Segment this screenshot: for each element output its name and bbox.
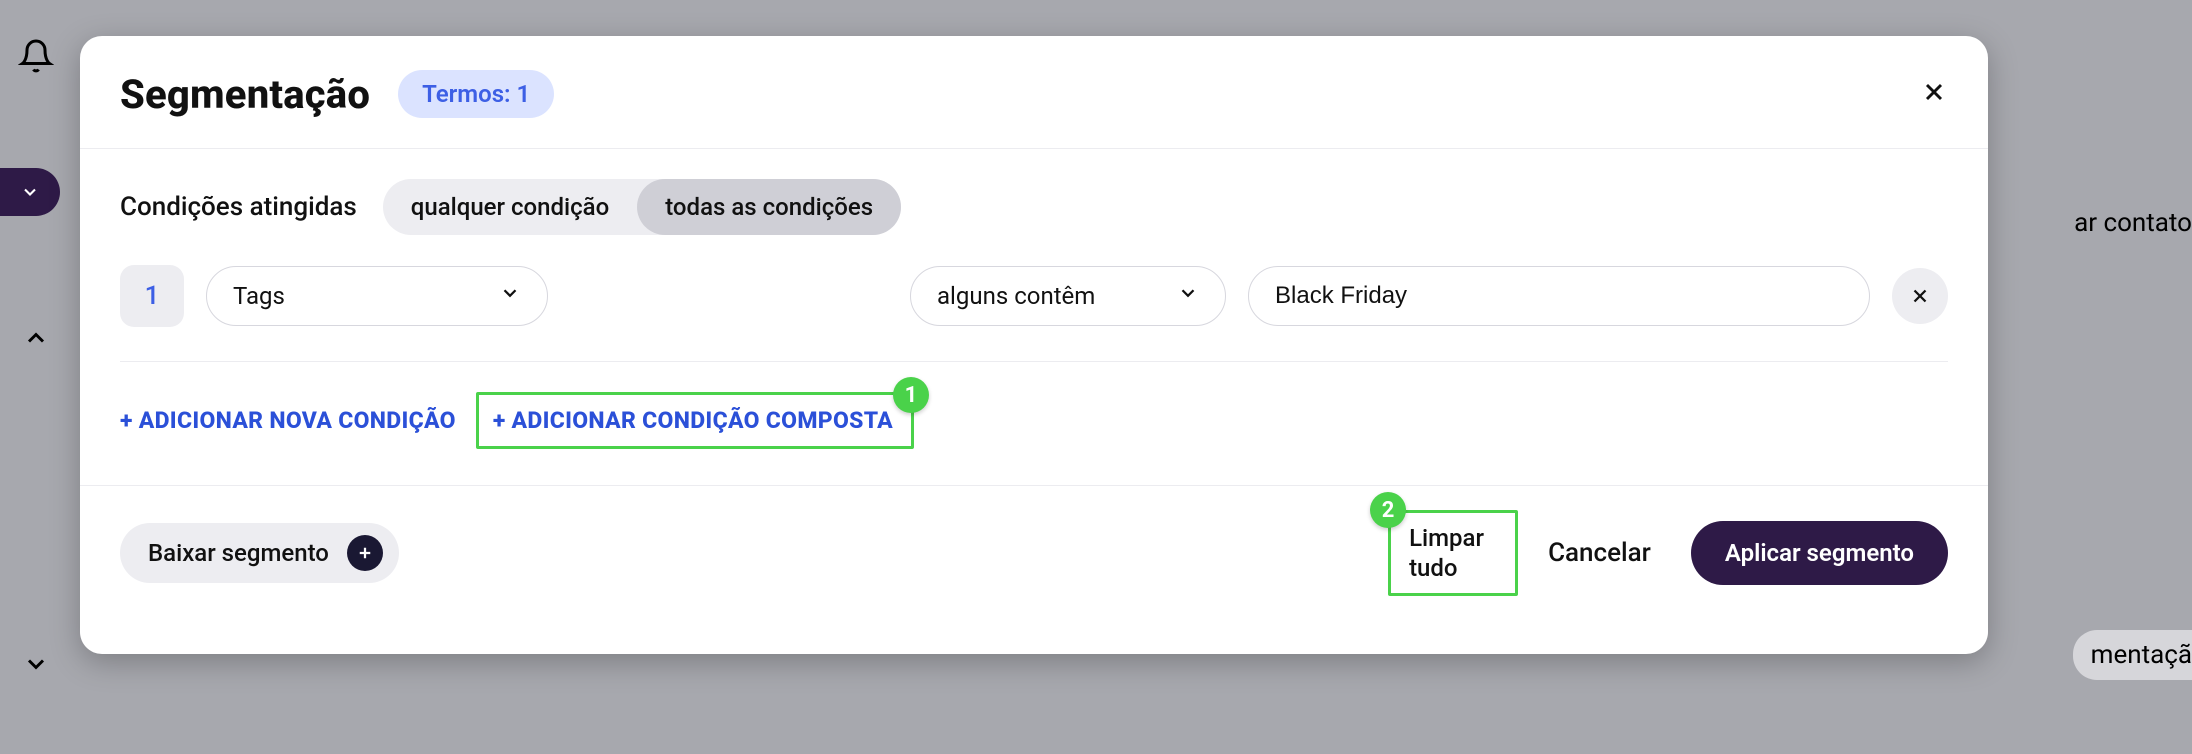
condition-row: 1 Tags alguns contêm <box>120 265 1948 327</box>
conditions-header: Condições atingidas qualquer condição to… <box>120 179 1948 235</box>
modal-title: Segmentação <box>120 71 370 118</box>
remove-condition-button[interactable] <box>1892 268 1948 324</box>
apply-segment-button[interactable]: Aplicar segmento <box>1691 521 1948 585</box>
chevron-up-icon <box>22 324 50 356</box>
cancel-button[interactable]: Cancelar <box>1548 538 1651 568</box>
condition-value-input-wrapper <box>1248 266 1870 326</box>
plus-icon <box>347 535 383 571</box>
modal-footer: Baixar segmento 2 Limpar tudo Cancelar A… <box>80 486 1988 624</box>
sidebar-collapse-button[interactable] <box>0 168 60 216</box>
terms-badge: Termos: 1 <box>398 70 554 118</box>
chevron-down-icon <box>499 282 521 310</box>
background-text-bottom: mentaçã <box>2073 630 2192 680</box>
close-button[interactable] <box>1914 72 1954 112</box>
condition-operator-select[interactable]: alguns contêm <box>910 266 1226 326</box>
download-segment-label: Baixar segmento <box>148 539 329 567</box>
add-compound-condition-button[interactable]: + ADICIONAR CONDIÇÃO COMPOSTA <box>493 407 893 434</box>
callout-badge-1: 1 <box>893 377 929 413</box>
download-segment-button[interactable]: Baixar segmento <box>120 523 399 583</box>
divider <box>120 361 1948 362</box>
condition-field-select[interactable]: Tags <box>206 266 548 326</box>
condition-index-badge: 1 <box>120 265 184 327</box>
condition-field-value: Tags <box>233 282 285 310</box>
chevron-down-icon <box>22 650 50 682</box>
clear-all-label: Limpar tudo <box>1409 523 1497 583</box>
segmentation-modal: Segmentação Termos: 1 Condições atingida… <box>80 36 1988 654</box>
add-condition-row: + ADICIONAR NOVA CONDIÇÃO + ADICIONAR CO… <box>120 392 1948 485</box>
modal-body: Condições atingidas qualquer condição to… <box>80 149 1988 486</box>
chevron-down-icon <box>1177 282 1199 310</box>
condition-value-input[interactable] <box>1275 282 1843 310</box>
add-condition-button[interactable]: + ADICIONAR NOVA CONDIÇÃO <box>120 407 456 434</box>
modal-header: Segmentação Termos: 1 <box>80 36 1988 149</box>
toggle-option-any[interactable]: qualquer condição <box>383 179 637 235</box>
clear-all-button[interactable]: Limpar tudo <box>1388 510 1518 596</box>
conditions-match-toggle[interactable]: qualquer condição todas as condições <box>383 179 901 235</box>
conditions-header-label: Condições atingidas <box>120 192 357 222</box>
clear-all-highlight: 2 Limpar tudo <box>1388 510 1518 596</box>
bell-icon <box>18 38 54 78</box>
callout-badge-2: 2 <box>1370 492 1406 528</box>
condition-operator-value: alguns contêm <box>937 282 1095 310</box>
background-text-top: ar contato <box>2074 208 2192 238</box>
toggle-option-all[interactable]: todas as condições <box>637 179 901 235</box>
add-compound-condition-highlight: + ADICIONAR CONDIÇÃO COMPOSTA 1 <box>476 392 914 449</box>
